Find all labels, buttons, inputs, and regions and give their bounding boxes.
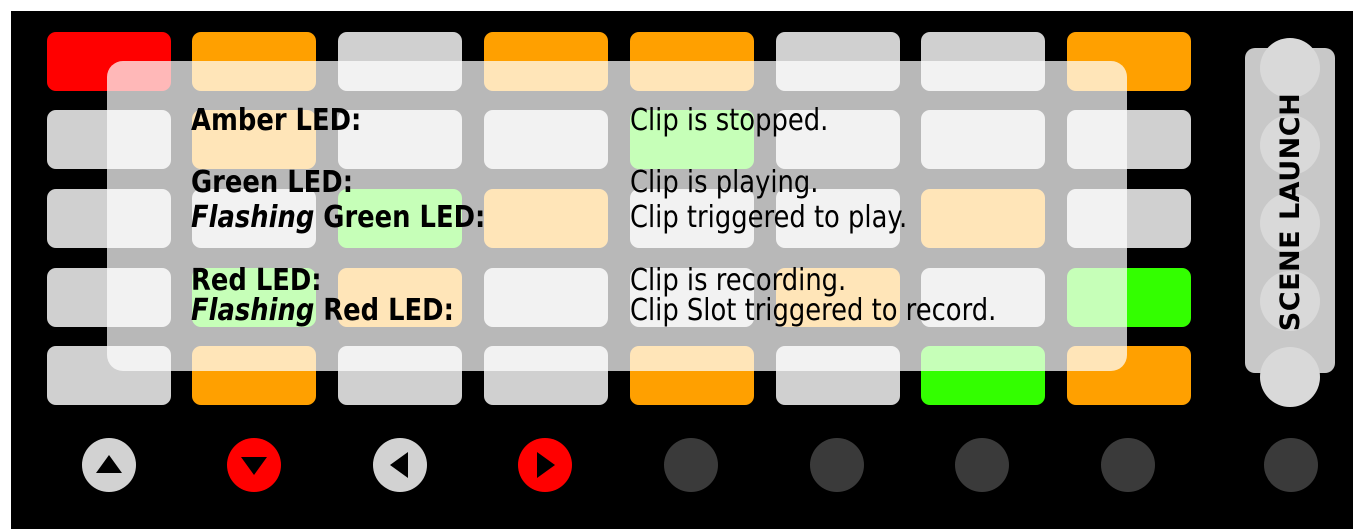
- controller-diagram: SCENE LAUNCH Amber LED: Clip is stopped.…: [0, 0, 1353, 529]
- round-button-icon[interactable]: [664, 438, 718, 492]
- legend-amber-label: Amber LED:: [191, 103, 362, 138]
- round-button-icon[interactable]: [955, 438, 1009, 492]
- flashing-word: Flashing: [191, 200, 315, 235]
- led-legend-overlay: Amber LED: Clip is stopped. Green LED: C…: [107, 61, 1127, 371]
- right-arrow-icon[interactable]: [518, 438, 572, 492]
- flashing-word: Flashing: [191, 293, 315, 328]
- legend-green-desc: Clip is playing.: [630, 165, 819, 200]
- flashing-red-led-text: Red LED:: [314, 293, 454, 328]
- round-button-icon[interactable]: [1101, 438, 1155, 492]
- legend-red-label: Red LED:: [191, 263, 322, 298]
- up-arrow-icon[interactable]: [82, 438, 136, 492]
- round-button-icon[interactable]: [810, 438, 864, 492]
- legend-flashing-red-label: Flashing Red LED:: [191, 296, 454, 326]
- legend-green-label: Green LED:: [191, 165, 354, 200]
- flashing-green-led-text: Green LED:: [314, 200, 486, 235]
- legend-red-desc: Clip is recording.: [630, 263, 847, 298]
- round-button-icon[interactable]: [1264, 438, 1318, 492]
- down-arrow-icon[interactable]: [227, 438, 281, 492]
- legend-amber-desc: Clip is stopped.: [630, 103, 829, 138]
- legend-flashing-red-desc: Clip Slot triggered to record.: [630, 293, 997, 328]
- legend-flashing-green-label: Flashing Green LED:: [191, 203, 485, 233]
- legend-flashing-green-desc: Clip triggered to play.: [630, 200, 908, 235]
- scene-launch-label: SCENE LAUNCH: [1274, 92, 1306, 332]
- left-arrow-icon[interactable]: [373, 438, 427, 492]
